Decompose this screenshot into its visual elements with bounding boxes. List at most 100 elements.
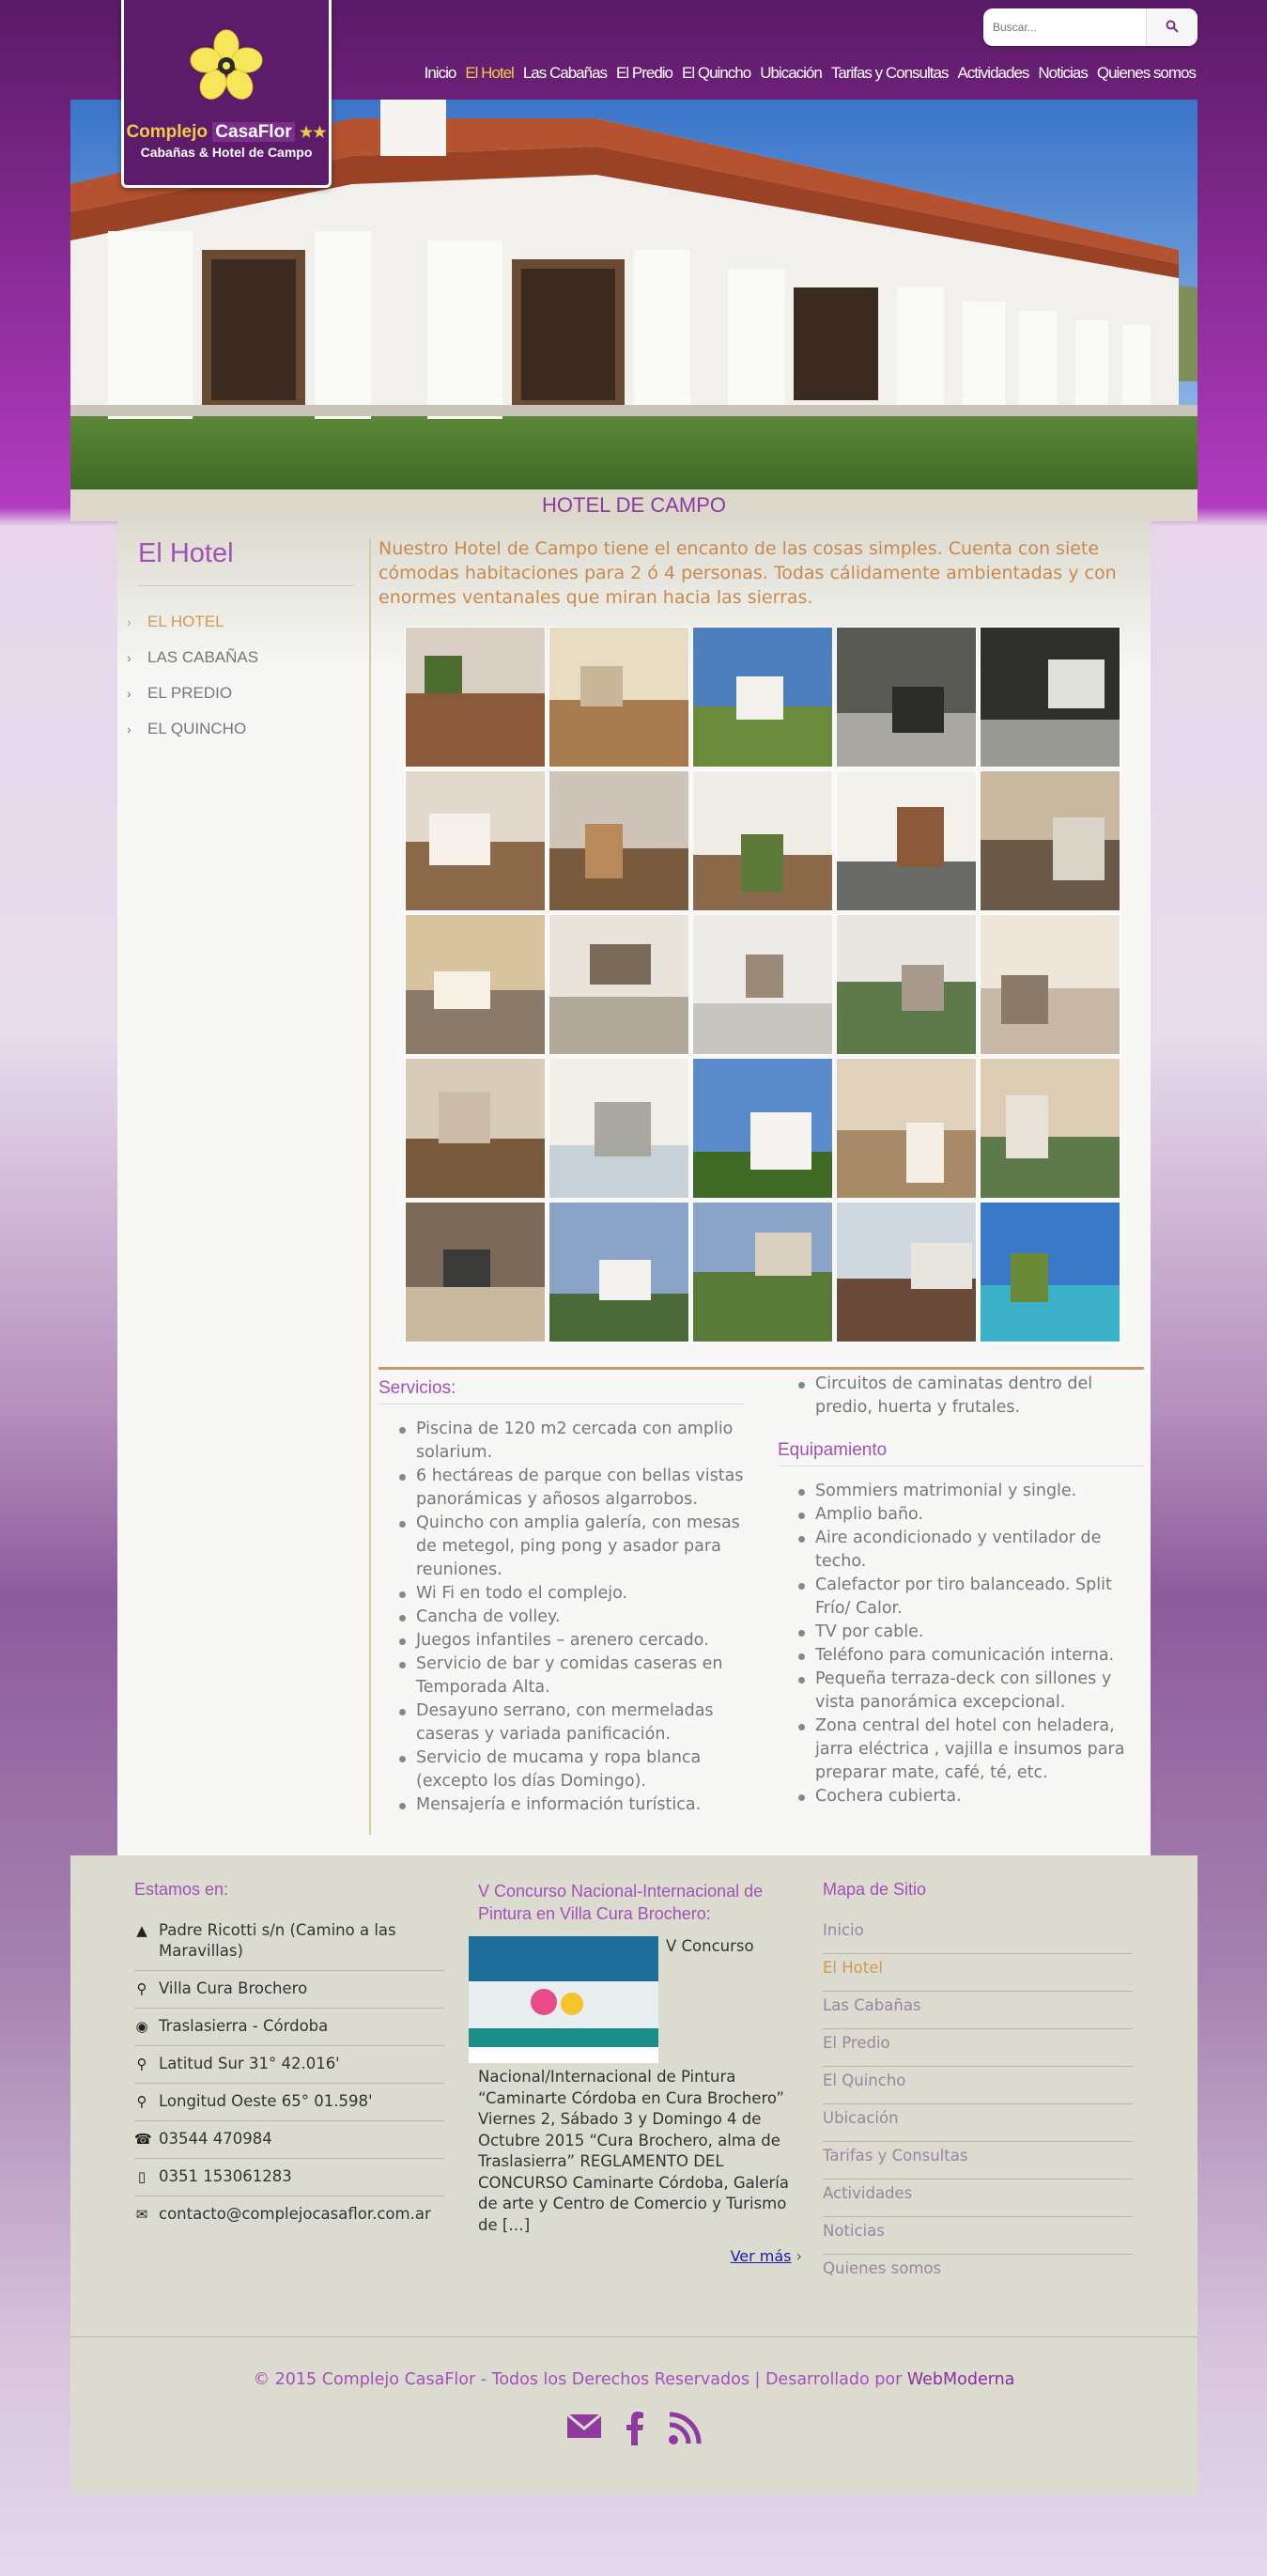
search-input[interactable] <box>993 18 1143 37</box>
gallery-photo[interactable] <box>692 770 833 911</box>
sidebar-item-el-predio[interactable]: › EL PREDIO <box>127 684 258 720</box>
envelope-icon[interactable] <box>566 2412 602 2449</box>
main-content-area: El Hotel › EL HOTEL › LAS CABAÑAS › EL PRED… <box>117 521 1151 1855</box>
sitemap-item[interactable]: Noticias <box>823 2217 1133 2255</box>
news-title[interactable]: V Concurso Nacional-Internacional de Pin… <box>478 1880 802 1925</box>
contact-text: Padre Ricotti s/n (Camino a las Maravill… <box>159 1921 396 1960</box>
gallery-photo[interactable] <box>405 1058 546 1199</box>
gallery-photo[interactable] <box>405 1202 546 1342</box>
contact-text: Traslasierra - Córdoba <box>159 2017 329 2035</box>
read-more: Ver más › <box>478 2247 802 2265</box>
nav-inicio[interactable]: Inicio <box>425 64 457 83</box>
gallery-photo[interactable] <box>549 1202 689 1342</box>
sidebar-item-las-cabanas[interactable]: › LAS CABAÑAS <box>127 648 258 684</box>
read-more-link[interactable]: Ver más <box>731 2247 792 2265</box>
gallery-photo[interactable] <box>836 627 977 768</box>
list-item: Circuitos de caminatas dentro del predio… <box>798 1373 1144 1420</box>
gallery-photo[interactable] <box>692 1058 833 1199</box>
map-marker-icon: ⚲ <box>136 1980 147 1997</box>
search-icon <box>1166 20 1179 33</box>
list-item: Juegos infantiles – arenero cercado. <box>399 1629 745 1653</box>
gallery-photo[interactable] <box>836 770 977 911</box>
contact-row: ▲ Padre Ricotti s/n (Camino a las Maravil… <box>134 1913 444 1971</box>
site-logo[interactable]: Complejo CasaFlor ★★ Cabañas & Hotel de … <box>121 0 332 188</box>
sidebar-item-label: EL HOTEL <box>147 613 224 630</box>
sitemap-item[interactable]: El Predio <box>823 2029 1133 2067</box>
contact-title: Estamos en: <box>134 1880 229 1899</box>
nav-ubicacion[interactable]: Ubicación <box>760 64 823 83</box>
sidebar-item-label: EL QUINCHO <box>147 720 247 737</box>
list-item: TV por cable. <box>798 1621 1144 1644</box>
list-item: 6 hectáreas de parque con bellas vistas … <box>399 1465 745 1512</box>
contact-text: Latitud Sur 31° 42.016' <box>159 2055 340 2072</box>
gallery-photo[interactable] <box>980 1202 1120 1342</box>
flower-logo-icon <box>190 29 263 100</box>
phone-icon: ☎ <box>134 2131 152 2148</box>
brand-name-part1: Complejo <box>126 122 208 142</box>
gallery-photo[interactable] <box>549 770 689 911</box>
gallery-photo[interactable] <box>549 914 689 1055</box>
sitemap-item[interactable]: El Hotel <box>823 1954 1133 1992</box>
sidebar-item-el-hotel[interactable]: › EL HOTEL <box>127 613 258 648</box>
nav-las-cabanas[interactable]: Las Cabañas <box>523 64 608 83</box>
chevron-right-icon: › <box>127 686 131 701</box>
copyright-text: © 2015 Complejo CasaFlor - Todos los Der… <box>253 2370 903 2389</box>
gallery-photo[interactable] <box>836 1058 977 1199</box>
gallery-photo[interactable] <box>549 627 689 768</box>
sitemap-item[interactable]: Tarifas y Consultas <box>823 2142 1133 2180</box>
contact-email[interactable]: contacto@complejocasaflor.com.ar <box>159 2204 431 2225</box>
sidebar-title: El Hotel <box>138 538 234 568</box>
gallery-photo[interactable] <box>405 627 546 768</box>
nav-el-quincho[interactable]: El Quincho <box>682 64 751 83</box>
facebook-icon[interactable] <box>625 2412 645 2449</box>
gallery-photo[interactable] <box>405 914 546 1055</box>
footer-news: V Concurso Nacional-Internacional de Pin… <box>469 1855 802 2265</box>
nav-quienes-somos[interactable]: Quienes somos <box>1097 64 1197 83</box>
list-item: Zona central del hotel con heladera, jar… <box>798 1715 1144 1785</box>
gallery-photo[interactable] <box>836 1202 977 1342</box>
footer-sitemap: Mapa de Sitio Inicio El Hotel Las Cabaña… <box>823 1855 1133 2292</box>
gallery-photo[interactable] <box>836 914 977 1055</box>
sidebar-item-el-quincho[interactable]: › EL QUINCHO <box>127 720 258 755</box>
nav-actividades[interactable]: Actividades <box>957 64 1029 83</box>
chevron-right-icon: › <box>127 614 131 629</box>
sitemap-item[interactable]: Actividades <box>823 2180 1133 2217</box>
nav-tarifas[interactable]: Tarifas y Consultas <box>831 64 950 83</box>
contact-row: ⚲ Villa Cura Brochero <box>134 1971 444 2009</box>
hero-caption: HOTEL DE CAMPO <box>70 489 1197 521</box>
gallery-photo[interactable] <box>980 1058 1120 1199</box>
list-item: Calefactor por tiro balanceado. Split Fr… <box>798 1574 1144 1621</box>
sitemap-item[interactable]: Las Cabañas <box>823 1992 1133 2029</box>
sitemap-item[interactable]: Quienes somos <box>823 2255 1133 2292</box>
search-button[interactable] <box>1146 8 1197 46</box>
gallery-photo[interactable] <box>980 914 1120 1055</box>
sitemap-item[interactable]: Ubicación <box>823 2104 1133 2142</box>
gallery-photo[interactable] <box>692 914 833 1055</box>
equipment-list: Sommiers matrimonial y single. Amplio ba… <box>778 1480 1144 1808</box>
gallery-photo[interactable] <box>980 770 1120 911</box>
list-item: Desayuno serrano, con mermeladas caseras… <box>399 1699 745 1746</box>
gallery-photo[interactable] <box>692 1202 833 1342</box>
gallery-photo[interactable] <box>980 627 1120 768</box>
list-item: Amplio baño. <box>798 1503 1144 1527</box>
social-links <box>70 2412 1197 2449</box>
gallery-photo[interactable] <box>692 627 833 768</box>
contact-row: ⚲ Longitud Oeste 65° 01.598' <box>134 2084 444 2121</box>
contact-text: Villa Cura Brochero <box>159 1979 308 1997</box>
photo-gallery <box>405 627 1120 1342</box>
sitemap-item[interactable]: Inicio <box>823 1916 1133 1954</box>
gallery-photo[interactable] <box>405 770 546 911</box>
brand-tagline: Cabañas & Hotel de Campo <box>140 145 313 160</box>
rss-icon[interactable] <box>668 2412 702 2449</box>
sidebar: El Hotel › EL HOTEL › LAS CABAÑAS › EL PRED… <box>117 521 369 1832</box>
sitemap-item[interactable]: El Quincho <box>823 2067 1133 2104</box>
mobile-icon: ▯ <box>137 2168 147 2185</box>
nav-el-hotel[interactable]: El Hotel <box>465 64 515 83</box>
nav-el-predio[interactable]: El Predio <box>616 64 673 83</box>
news-poster-image[interactable] <box>469 1936 658 2063</box>
developer-link[interactable]: WebModerna <box>907 2370 1015 2389</box>
nav-noticias[interactable]: Noticias <box>1038 64 1088 83</box>
sidebar-divider <box>138 585 354 586</box>
gallery-photo[interactable] <box>549 1058 689 1199</box>
sidebar-menu: › EL HOTEL › LAS CABAÑAS › EL PREDIO › EL QU… <box>127 613 258 755</box>
